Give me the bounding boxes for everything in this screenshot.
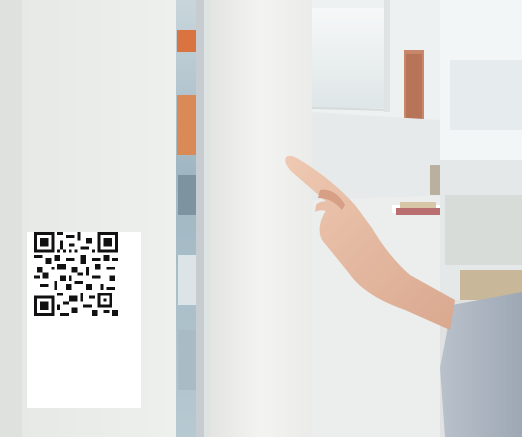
- qr-info-card: Фильм по монтажу: www.blum.com/ 1W3SXy: [27, 232, 141, 408]
- tall-cabinet-door: [210, 0, 312, 437]
- books: [396, 208, 440, 215]
- qr-code-icon[interactable]: [34, 232, 118, 316]
- vase: [430, 165, 440, 195]
- window: [312, 8, 384, 108]
- kitchen-scene: Фильм по монтажу: www.blum.com/ 1W3SXy: [0, 0, 522, 437]
